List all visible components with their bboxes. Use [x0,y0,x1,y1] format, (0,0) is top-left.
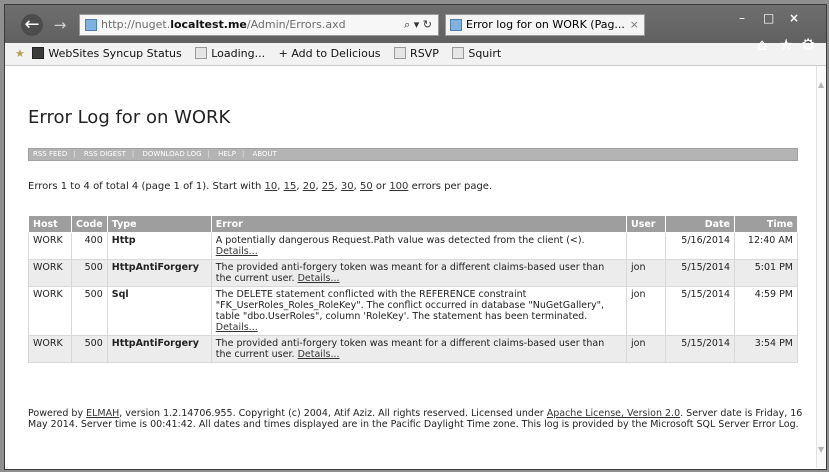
cell-code: 500 [71,259,108,287]
cell-user: jon [626,259,666,287]
close-window-icon[interactable]: × [789,11,799,25]
page-icon [452,47,465,59]
page-size-link[interactable]: 100 [389,181,408,192]
cell-user: jon [626,335,666,363]
page-size-link[interactable]: 30 [341,181,354,192]
cell-error: The provided anti-forgery token was mean… [210,335,628,363]
column-header-error: Error [210,215,628,233]
minimize-icon[interactable]: – [739,11,745,25]
cell-type: HttpAntiForgery [106,335,212,363]
table-header-row: Host Code Type Error User Date Time [28,215,798,233]
cell-date: 5/15/2014 [665,286,735,336]
home-icon[interactable]: ⌂ [757,35,767,54]
cell-date: 5/15/2014 [665,335,735,363]
favorites-star-icon: ★ [15,47,25,60]
scroll-up-icon[interactable]: ▲ [818,80,824,89]
table-row: WORK 500 Sql The DELETE statement confli… [28,286,798,336]
page-size-pager: Errors 1 to 4 of total 4 (page 1 of 1). … [28,181,493,192]
vertical-scrollbar[interactable]: ▲ ▼ [816,66,826,468]
column-header-time: Time [734,215,798,233]
page-icon [394,47,407,59]
cell-time: 5:01 PM [734,259,798,287]
favorites-item-websites-syncup[interactable]: ★ WebSites Syncup Status [15,43,182,65]
cell-host: WORK [28,259,72,287]
url-path: /Admin/Errors.axd [246,18,346,31]
page-footer: Powered by ELMAH, version 1.2.14706.955.… [28,408,803,430]
cell-type: Sql [106,286,212,336]
favorites-icon[interactable]: ★ [779,35,793,54]
favorites-item-squirt[interactable]: Squirt [452,43,501,65]
speedbar-rss-feed[interactable]: RSS FEED [33,150,67,158]
cell-host: WORK [28,286,72,336]
cell-code: 400 [71,232,108,260]
cell-time: 3:54 PM [734,335,798,363]
table-row: WORK 500 HttpAntiForgery The provided an… [28,335,798,363]
page-title: Error Log for on WORK [28,107,231,128]
url-host: localtest.me [170,18,247,31]
speedbar-rss-digest[interactable]: RSS DIGEST [84,150,126,158]
cell-error: The provided anti-forgery token was mean… [210,259,628,287]
back-arrow-icon[interactable]: ← [21,14,43,36]
tab-favicon-icon [450,19,462,31]
cell-date: 5/16/2014 [665,232,735,260]
search-refresh-icon[interactable]: ⌕ ▾ ↻ [404,15,432,35]
speedbar-help[interactable]: HELP [218,150,236,158]
page-content: Error Log for on WORK RSS FEED | RSS DIGE… [5,66,817,468]
forward-arrow-icon[interactable]: → [49,14,71,36]
cell-error: A potentially dangerous Request.Path val… [210,232,628,260]
url-prefix: http://nuget. [101,18,171,31]
favorites-item-add-delicious[interactable]: + Add to Delicious [279,43,381,65]
table-row: WORK 400 Http A potentially dangerous Re… [28,232,798,260]
license-link[interactable]: Apache License, Version 2.0 [547,408,680,419]
cell-type: Http [106,232,212,260]
cell-host: WORK [28,232,72,260]
favorites-item-loading[interactable]: Loading... [195,43,265,65]
column-header-code: Code [71,215,108,233]
details-link[interactable]: Details... [298,349,340,360]
browser-tab[interactable]: Error log for on WORK (Pag... × [445,14,645,36]
cell-code: 500 [71,286,108,336]
elmah-link[interactable]: ELMAH [86,408,119,419]
tab-close-icon[interactable]: × [630,15,639,35]
error-log-table: Host Code Type Error User Date Time WORK… [28,215,798,363]
cell-user: jon [626,286,666,336]
tab-title: Error log for on WORK (Pag... [466,18,625,31]
column-header-user: User [626,215,666,233]
cell-time: 4:59 PM [734,286,798,336]
maximize-icon[interactable]: □ [763,11,774,25]
cell-code: 500 [71,335,108,363]
scroll-down-icon[interactable]: ▼ [818,445,824,454]
table-row: WORK 500 HttpAntiForgery The provided an… [28,259,798,287]
page-size-link[interactable]: 50 [360,181,373,192]
page-icon [195,47,208,59]
page-size-link[interactable]: 25 [322,181,335,192]
cell-time: 12:40 AM [734,232,798,260]
cell-host: WORK [28,335,72,363]
page-size-link[interactable]: 10 [265,181,278,192]
favorites-item-rsvp[interactable]: RSVP [394,43,439,65]
sync-icon [32,47,45,59]
cell-date: 5/15/2014 [665,259,735,287]
speedbar-about[interactable]: ABOUT [253,150,277,158]
page-size-link[interactable]: 15 [284,181,297,192]
column-header-type: Type [106,215,212,233]
browser-window: ← → http://nuget.localtest.me/Admin/Erro… [4,4,827,470]
details-link[interactable]: Details... [216,246,258,257]
details-link[interactable]: Details... [298,273,340,284]
favorites-bar: ★ WebSites Syncup Status Loading... + Ad… [5,43,826,66]
cell-error: The DELETE statement conflicted with the… [210,286,628,336]
cell-user [626,232,666,260]
page-size-link[interactable]: 20 [303,181,316,192]
gear-icon[interactable]: ⚙ [801,35,815,54]
cell-type: HttpAntiForgery [106,259,212,287]
details-link[interactable]: Details... [216,322,258,333]
speed-bar: RSS FEED | RSS DIGEST | DOWNLOAD LOG | HELP… [28,148,798,161]
column-header-date: Date [665,215,735,233]
column-header-host: Host [28,215,72,233]
site-favicon-icon [85,19,97,31]
speedbar-download-log[interactable]: DOWNLOAD LOG [142,150,201,158]
address-bar[interactable]: http://nuget.localtest.me/Admin/Errors.a… [79,14,439,36]
